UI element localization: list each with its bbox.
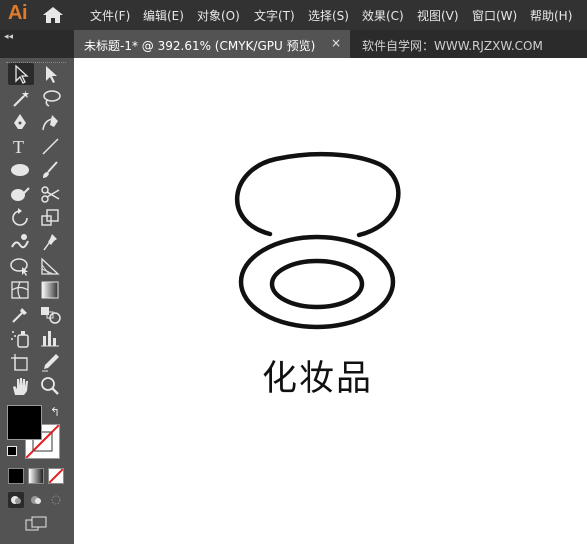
slice-tool-icon[interactable] xyxy=(38,351,64,373)
watermark-tab-text: 软件自学网：WWW.RJZXW.COM xyxy=(362,39,543,53)
collapse-panel-icon[interactable]: ◂◂ xyxy=(4,32,13,42)
scale-tool-icon[interactable] xyxy=(38,207,64,229)
logo-caption-text: 化妆品 xyxy=(262,359,374,399)
puppet-warp-tool-icon[interactable] xyxy=(38,231,64,253)
menu-file[interactable]: 文件(F) xyxy=(90,7,130,24)
mesh-tool-icon[interactable] xyxy=(8,279,34,301)
symbol-sprayer-tool-icon[interactable] xyxy=(8,327,34,349)
artboard-canvas[interactable] xyxy=(74,58,587,544)
line-segment-tool-icon[interactable] xyxy=(38,135,64,157)
none-mode-icon[interactable] xyxy=(48,468,64,484)
menu-select[interactable]: 选择(S) xyxy=(308,7,349,24)
pen-tool-icon[interactable] xyxy=(8,111,34,133)
shaper-tool-icon[interactable] xyxy=(8,183,34,205)
free-transform-tool-icon[interactable] xyxy=(8,255,34,277)
swap-fill-stroke-icon[interactable]: ↰ xyxy=(50,405,60,419)
gradient-tool-icon[interactable] xyxy=(38,279,64,301)
menu-edit[interactable]: 编辑(E) xyxy=(143,7,184,24)
cosmetic-logo-artwork xyxy=(234,151,401,330)
gradient-mode-icon[interactable] xyxy=(28,468,44,484)
compact-base-outer-shape xyxy=(238,234,396,330)
menu-help[interactable]: 帮助(H) xyxy=(530,7,572,24)
hand-tool-icon[interactable] xyxy=(8,375,34,397)
rotate-tool-icon[interactable] xyxy=(8,207,34,229)
lasso-tool-icon[interactable] xyxy=(38,87,64,109)
draw-normal-icon[interactable] xyxy=(8,492,24,508)
warp-tool-icon[interactable] xyxy=(8,231,34,253)
fill-swatch[interactable] xyxy=(7,405,42,440)
magic-wand-tool-icon[interactable] xyxy=(8,87,34,109)
menu-view[interactable]: 视图(V) xyxy=(417,7,459,24)
menu-object[interactable]: 对象(O) xyxy=(197,7,240,24)
paintbrush-tool-icon[interactable] xyxy=(38,159,64,181)
compact-lid-shape xyxy=(234,151,401,238)
svg-text:T: T xyxy=(13,137,24,157)
close-tab-icon[interactable]: × xyxy=(331,36,341,50)
menu-effect[interactable]: 效果(C) xyxy=(362,7,404,24)
color-mode-icon[interactable] xyxy=(8,468,24,484)
menu-bar: Ai 文件(F) 编辑(E) 对象(O) 文字(T) 选择(S) 效果(C) 视… xyxy=(0,0,587,30)
app-logo: Ai xyxy=(8,2,28,24)
eyedropper-tool-icon[interactable] xyxy=(8,303,34,325)
document-tab[interactable]: 未标题-1* @ 392.61% (CMYK/GPU 预览) × xyxy=(74,30,350,58)
scissors-tool-icon[interactable] xyxy=(38,183,64,205)
zoom-tool-icon[interactable] xyxy=(38,375,64,397)
blend-tool-icon[interactable] xyxy=(38,303,64,325)
document-tab-title: 未标题-1* @ 392.61% (CMYK/GPU 预览) xyxy=(84,39,316,53)
draw-behind-icon[interactable] xyxy=(28,492,44,508)
selection-tool-icon[interactable] xyxy=(8,63,34,85)
menu-window[interactable]: 窗口(W) xyxy=(472,7,517,24)
type-tool-icon[interactable]: T xyxy=(8,135,34,157)
perspective-grid-tool-icon[interactable] xyxy=(38,255,64,277)
menu-type[interactable]: 文字(T) xyxy=(254,7,295,24)
curvature-tool-icon[interactable] xyxy=(38,111,64,133)
compact-base-inner-shape xyxy=(269,258,365,310)
ellipse-tool-icon[interactable] xyxy=(8,159,34,181)
column-graph-tool-icon[interactable] xyxy=(38,327,64,349)
home-icon[interactable] xyxy=(42,6,64,24)
draw-inside-icon[interactable] xyxy=(48,492,64,508)
direct-selection-tool-icon[interactable] xyxy=(38,63,64,85)
screen-mode-icon[interactable] xyxy=(24,516,48,532)
artboard-tool-icon[interactable] xyxy=(8,351,34,373)
default-colors-icon[interactable] xyxy=(7,446,17,456)
